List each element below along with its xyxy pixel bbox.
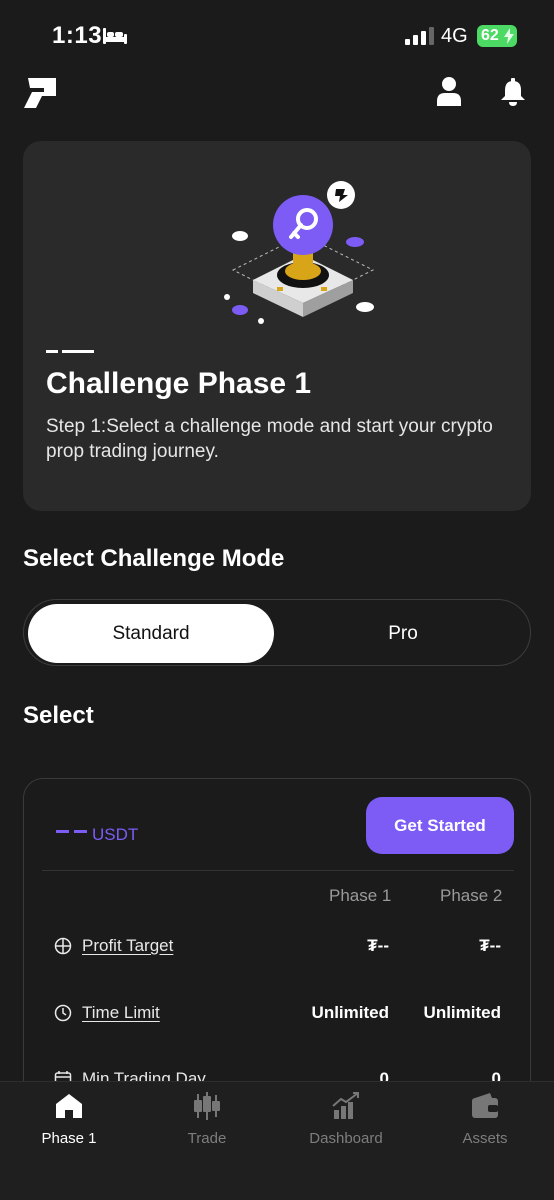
column-header-phase-1: Phase 1	[329, 886, 392, 905]
nav-label-phase-1: Phase 1	[41, 1130, 97, 1147]
battery-indicator: 62	[477, 25, 517, 47]
challenge-mode-heading: Select Challenge Mode	[23, 545, 285, 572]
nav-label-dashboard: Dashboard	[309, 1130, 383, 1147]
nav-item-dashboard[interactable]: Dashboard	[277, 1082, 415, 1172]
bed-icon	[103, 28, 127, 44]
time-limit-phase-2: Unlimited	[423, 1003, 501, 1022]
challenge-mode-toggle[interactable]: Standard Pro	[23, 599, 531, 666]
profit-target-phase-1: ₮--	[367, 936, 389, 955]
challenge-product-card: USDT Get Started Phase 1 Phase 2 Profit …	[23, 778, 531, 1118]
card-divider	[42, 870, 514, 871]
battery-level: 62	[481, 27, 499, 44]
nav-label-assets: Assets	[462, 1130, 508, 1147]
bottom-nav: Phase 1 Trade Dashboard Assets	[0, 1081, 554, 1200]
page-description: Step 1:Select a challenge mode and start…	[46, 416, 493, 462]
nav-item-trade[interactable]: Trade	[138, 1082, 276, 1172]
hero-dash-decoration	[46, 350, 94, 353]
time-limit-label[interactable]: Time Limit	[82, 1003, 160, 1023]
nav-item-phase-1[interactable]: Phase 1	[0, 1082, 138, 1172]
hero-card: Challenge Phase 1 Step 1:Select a challe…	[23, 141, 531, 511]
signal-icon	[405, 27, 434, 45]
crosshair-icon	[54, 937, 72, 955]
price-placeholder	[56, 830, 87, 833]
profit-target-label[interactable]: Profit Target	[82, 936, 173, 956]
bell-icon[interactable]	[500, 78, 526, 106]
charging-icon	[504, 28, 514, 44]
select-heading: Select	[23, 702, 94, 729]
get-started-button[interactable]: Get Started	[366, 797, 514, 854]
page-title: Challenge Phase 1	[46, 367, 312, 400]
home-icon	[56, 1094, 82, 1118]
price-currency: USDT	[92, 825, 139, 844]
candlestick-icon	[194, 1092, 220, 1120]
status-bar: 1:13 4G 62	[0, 0, 554, 70]
nav-label-trade: Trade	[187, 1130, 227, 1147]
clock-icon	[54, 1004, 72, 1022]
key-vault-illustration	[224, 181, 375, 324]
chart-icon	[332, 1092, 359, 1119]
mode-standard-option[interactable]: Standard	[28, 604, 274, 663]
time-limit-phase-1: Unlimited	[311, 1003, 389, 1022]
profit-target-phase-2: ₮--	[479, 936, 501, 955]
profile-icon[interactable]	[436, 76, 462, 106]
status-time: 1:13	[52, 22, 103, 49]
wallet-icon	[472, 1093, 498, 1118]
mode-pro-option[interactable]: Pro	[280, 604, 526, 663]
nav-item-assets[interactable]: Assets	[416, 1082, 554, 1172]
logo-icon[interactable]	[22, 76, 58, 110]
network-label: 4G	[441, 25, 468, 47]
column-header-phase-2: Phase 2	[440, 886, 503, 905]
